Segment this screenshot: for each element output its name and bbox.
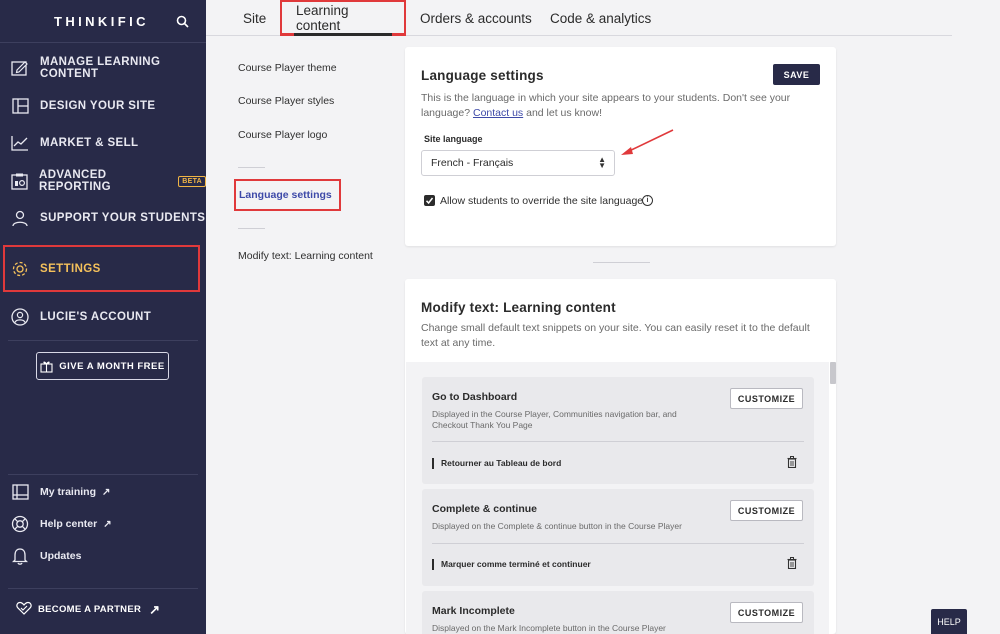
contact-us-link[interactable]: Contact us bbox=[473, 107, 523, 119]
list-item: Complete & continue Displayed on the Com… bbox=[422, 489, 814, 586]
link-label: My training bbox=[40, 486, 97, 498]
sidebar-item-settings[interactable]: SETTINGS bbox=[3, 245, 200, 292]
snippet-title: Go to Dashboard bbox=[432, 391, 518, 403]
heart-handshake-icon bbox=[16, 601, 32, 618]
external-link-icon: ↗ bbox=[103, 518, 112, 530]
subnav-divider bbox=[238, 228, 265, 229]
selected-language: French - Français bbox=[431, 157, 514, 169]
bell-icon bbox=[11, 547, 29, 565]
sidebar: THINKIFIC MANAGE LEARNING CONTENT DESIGN… bbox=[0, 0, 206, 634]
subnav-course-player-theme[interactable]: Course Player theme bbox=[238, 62, 337, 74]
sidebar-link-my-training[interactable]: My training ↗ bbox=[11, 482, 110, 502]
partner-label: BECOME A PARTNER bbox=[38, 604, 142, 615]
sidebar-item-market-sell[interactable]: MARKET & SELL bbox=[0, 124, 206, 162]
gift-icon bbox=[40, 360, 53, 373]
sidebar-item-support-your-students[interactable]: SUPPORT YOUR STUDENTS bbox=[0, 199, 206, 237]
sidebar-item-design-your-site[interactable]: DESIGN YOUR SITE bbox=[0, 87, 206, 125]
text-snippets-list: Go to Dashboard Displayed in the Course … bbox=[406, 362, 829, 634]
subnav-course-player-styles[interactable]: Course Player styles bbox=[238, 95, 334, 107]
section-divider bbox=[593, 262, 650, 263]
settings-tabs: Site Learning content Orders & accounts … bbox=[206, 0, 952, 36]
tab-code-analytics[interactable]: Code & analytics bbox=[550, 0, 651, 36]
override-language-checkbox[interactable] bbox=[424, 195, 435, 206]
sidebar-item-label: DESIGN YOUR SITE bbox=[40, 100, 156, 112]
tab-learning-content[interactable]: Learning content bbox=[280, 0, 406, 36]
give-label: GIVE A MONTH FREE bbox=[59, 360, 165, 372]
snippet-title: Complete & continue bbox=[432, 503, 538, 515]
customize-button[interactable]: CUSTOMIZE bbox=[730, 388, 803, 409]
sidebar-item-label: SUPPORT YOUR STUDENTS bbox=[40, 212, 206, 224]
language-settings-title: Language settings bbox=[421, 68, 544, 83]
sidebar-item-label: MANAGE LEARNING CONTENT bbox=[40, 56, 161, 80]
subnav-divider bbox=[238, 167, 265, 168]
annotation-arrow-icon bbox=[621, 129, 674, 155]
sidebar-link-updates[interactable]: Updates bbox=[11, 546, 81, 566]
snippet-description: Displayed on the Mark Incomplete button … bbox=[432, 623, 666, 633]
sidebar-header: THINKIFIC bbox=[0, 0, 206, 43]
trash-icon[interactable] bbox=[787, 557, 797, 569]
sidebar-item-account[interactable]: LUCIE'S ACCOUNT bbox=[0, 298, 206, 336]
modify-text-title: Modify text: Learning content bbox=[421, 300, 616, 315]
sidebar-item-label: LUCIE'S ACCOUNT bbox=[40, 311, 152, 323]
thinkific-logo[interactable]: THINKIFIC bbox=[54, 14, 149, 29]
save-button[interactable]: SAVE bbox=[773, 64, 820, 85]
subnav-language-settings[interactable]: Language settings bbox=[234, 179, 341, 211]
tab-site[interactable]: Site bbox=[243, 0, 266, 36]
link-label: Updates bbox=[40, 550, 82, 562]
description-text: and let us know! bbox=[526, 107, 602, 119]
override-language-label: Allow students to override the site lang… bbox=[440, 195, 644, 207]
snippet-title: Mark Incomplete bbox=[432, 605, 515, 617]
trash-icon[interactable] bbox=[787, 456, 797, 468]
help-button[interactable]: HELP bbox=[931, 609, 967, 634]
list-item: Mark Incomplete Displayed on the Mark In… bbox=[422, 591, 814, 634]
sidebar-divider bbox=[8, 588, 198, 589]
chart-icon bbox=[11, 134, 29, 152]
layout-icon bbox=[11, 97, 29, 115]
info-icon[interactable]: i bbox=[642, 195, 653, 206]
sidebar-divider bbox=[8, 474, 198, 475]
checkmark-icon bbox=[425, 197, 434, 205]
beta-badge: BETA bbox=[178, 175, 206, 187]
snippet-description: Displayed in the Course Player, Communit… bbox=[432, 409, 677, 430]
snippet-value: Marquer comme terminé et continuer bbox=[432, 559, 591, 570]
customize-button[interactable]: CUSTOMIZE bbox=[730, 602, 803, 623]
snippet-value: Retourner au Tableau de bord bbox=[432, 458, 561, 469]
list-scrollbar[interactable] bbox=[830, 362, 836, 384]
sidebar-item-label: SETTINGS bbox=[40, 262, 101, 275]
list-item: Go to Dashboard Displayed in the Course … bbox=[422, 377, 814, 484]
gear-icon bbox=[11, 260, 29, 278]
sidebar-item-advanced-reporting[interactable]: ADVANCED REPORTING BETA bbox=[0, 162, 206, 200]
subnav-modify-text[interactable]: Modify text: Learning content bbox=[238, 250, 373, 262]
tab-orders-accounts[interactable]: Orders & accounts bbox=[420, 0, 532, 36]
sidebar-item-manage-learning-content[interactable]: MANAGE LEARNING CONTENT bbox=[0, 49, 206, 87]
sidebar-divider bbox=[8, 340, 198, 341]
select-arrows-icon: ▲ ▼ bbox=[598, 155, 606, 170]
user-icon bbox=[11, 308, 29, 326]
subnav-course-player-logo[interactable]: Course Player logo bbox=[238, 129, 327, 141]
link-label: Help center bbox=[40, 518, 98, 530]
snippet-divider bbox=[432, 543, 804, 544]
edit-icon bbox=[11, 59, 29, 77]
snippet-description: Displayed on the Complete & continue but… bbox=[432, 521, 682, 531]
language-settings-description: This is the language in which your site … bbox=[421, 91, 791, 121]
lifebuoy-icon bbox=[11, 515, 29, 533]
become-a-partner-link[interactable]: BECOME A PARTNER ↗ bbox=[16, 601, 160, 618]
book-icon bbox=[11, 483, 29, 501]
report-icon bbox=[11, 172, 28, 190]
sidebar-link-help-center[interactable]: Help center ↗ bbox=[11, 514, 112, 534]
sidebar-item-label: ADVANCED REPORTING bbox=[39, 169, 111, 193]
site-language-select[interactable]: French - Français ▲ ▼ bbox=[421, 150, 615, 176]
give-a-month-free-button[interactable]: GIVE A MONTH FREE bbox=[36, 352, 169, 380]
modify-text-description: Change small default text snippets on yo… bbox=[421, 322, 810, 349]
external-link-icon: ↗ bbox=[149, 601, 161, 617]
customize-button[interactable]: CUSTOMIZE bbox=[730, 500, 803, 521]
users-icon bbox=[11, 209, 29, 227]
snippet-divider bbox=[432, 441, 804, 442]
external-link-icon: ↗ bbox=[102, 486, 111, 498]
search-icon[interactable] bbox=[176, 15, 189, 28]
site-language-label: Site language bbox=[424, 134, 483, 144]
sidebar-item-label: MARKET & SELL bbox=[40, 137, 139, 149]
